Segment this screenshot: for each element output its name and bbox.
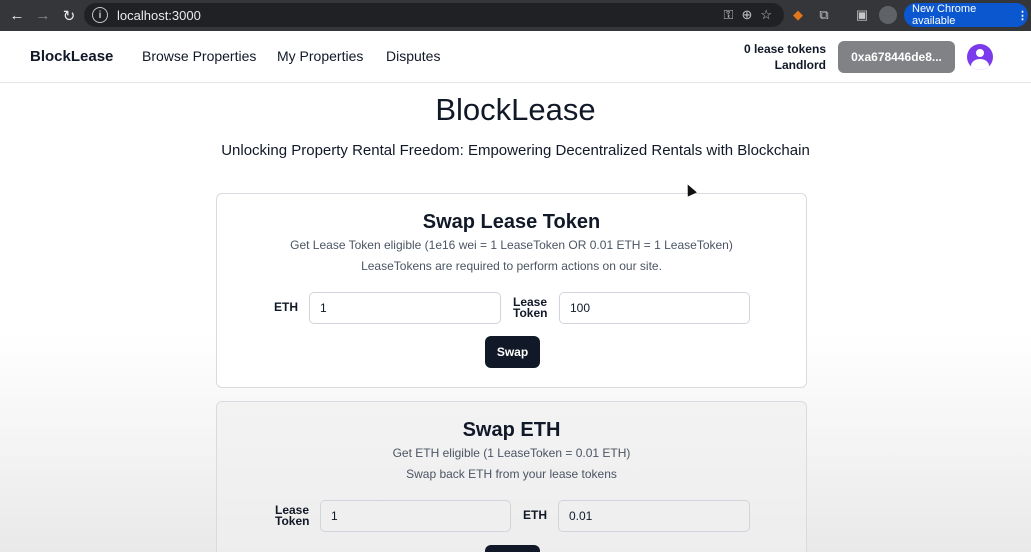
forward-icon[interactable]: → (30, 3, 56, 29)
wallet-info: 0 lease tokens Landlord (744, 41, 826, 73)
nav-browse-properties[interactable]: Browse Properties (142, 48, 256, 64)
zoom-icon[interactable]: ⊕ (741, 7, 752, 23)
swap-eth-button[interactable] (485, 545, 540, 552)
lease-token-input-label-2: Lease Token (275, 503, 310, 528)
user-role: Landlord (774, 58, 826, 72)
page-title: BlockLease (435, 92, 596, 127)
swap-eth-card: Swap ETH Get ETH eligible (1 LeaseToken … (216, 401, 807, 552)
site-info-icon[interactable]: i (92, 7, 108, 23)
bookmark-star-icon[interactable]: ☆ (760, 7, 772, 23)
swap-eth-note: Swap back ETH from your lease tokens (406, 467, 617, 481)
swap-eth-title: Swap ETH (462, 419, 561, 441)
address-bar[interactable]: i localhost:3000 ⚿ ⊕ ☆ (84, 3, 784, 27)
user-avatar-icon[interactable] (967, 44, 993, 70)
main-content: BlockLease Unlocking Property Rental Fre… (0, 84, 1031, 552)
swap-eth-rate: Get ETH eligible (1 LeaseToken = 0.01 ET… (392, 446, 631, 460)
eth-return-input[interactable]: 0.01 (558, 500, 750, 532)
url-text: localhost:3000 (117, 7, 201, 23)
token-balance: 0 lease tokens (743, 42, 826, 56)
side-panel-icon[interactable]: ▣ (852, 5, 872, 25)
chrome-update-button[interactable]: New Chrome available ⋮ (904, 3, 1028, 27)
eth-input-label: ETH (274, 300, 298, 314)
browser-toolbar: ← → ↻ i localhost:3000 ⚿ ⊕ ☆ ◆ ⧉ ▣ New C… (0, 0, 1031, 31)
chrome-update-label: New Chrome available (912, 3, 977, 27)
page-subtitle: Unlocking Property Rental Freedom: Empow… (221, 142, 810, 159)
swap-lease-token-title: Swap Lease Token (422, 211, 601, 233)
key-icon[interactable]: ⚿ (724, 7, 734, 23)
brand-logo-text[interactable]: BlockLease (30, 48, 113, 65)
eth-return-label: ETH (523, 508, 547, 522)
nav-my-properties[interactable]: My Properties (277, 48, 363, 64)
lease-token-return-input[interactable]: 1 (320, 500, 511, 532)
extensions-puzzle-icon[interactable]: ⧉ (814, 5, 834, 25)
back-icon[interactable]: ← (4, 3, 30, 29)
lease-token-input-label: Lease Token (513, 295, 548, 320)
eth-amount-input[interactable]: 1 (309, 292, 501, 324)
app-header: BlockLease Browse Properties My Properti… (0, 31, 1031, 83)
swap-lease-token-rate: Get Lease Token eligible (1e16 wei = 1 L… (290, 238, 733, 252)
swap-lease-token-note: LeaseTokens are required to perform acti… (361, 259, 662, 273)
swap-lease-token-card: Swap Lease Token Get Lease Token eligibl… (216, 193, 807, 388)
wallet-address-button[interactable]: 0xa678446de8... (838, 41, 955, 73)
profile-avatar-icon[interactable] (879, 6, 897, 24)
kebab-menu-icon[interactable]: ⋮ (1017, 9, 1028, 22)
metamask-extension-icon[interactable]: ◆ (788, 5, 808, 25)
reload-icon[interactable]: ↻ (56, 3, 82, 29)
lease-token-amount-input[interactable]: 100 (559, 292, 750, 324)
nav-disputes[interactable]: Disputes (386, 48, 440, 64)
swap-lease-token-button[interactable]: Swap (485, 336, 540, 368)
